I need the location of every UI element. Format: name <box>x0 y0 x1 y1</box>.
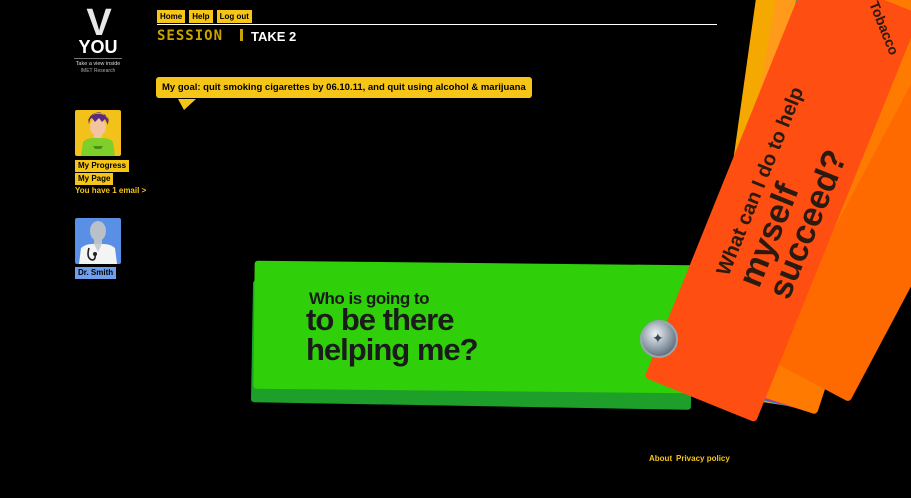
logo-tagline: Take a view inside <box>75 61 121 67</box>
header-divider <box>157 24 717 25</box>
pin-star-icon: ✦ <box>652 330 664 346</box>
my-progress-link[interactable]: My Progress <box>75 160 130 172</box>
logo-word: YOU <box>78 37 118 57</box>
home-button[interactable]: Home <box>157 10 186 23</box>
question-line-2: to be there helping me? <box>306 304 479 367</box>
logo-org: IMET Research <box>80 68 116 74</box>
user-avatar-icon <box>81 112 115 156</box>
help-button[interactable]: Help <box>189 10 213 23</box>
logo-letter: V <box>86 2 111 44</box>
doctor-avatar-icon <box>79 221 117 264</box>
logout-button[interactable]: Log out <box>216 10 252 23</box>
take-label: TAKE 2 <box>251 29 297 44</box>
doctor-name-link[interactable]: Dr. Smith <box>75 267 117 279</box>
user-avatar[interactable] <box>75 110 121 156</box>
top-navigation: Home Help Log out <box>157 10 252 23</box>
logo-divider <box>74 58 122 59</box>
question-line-3-text: helping me? <box>306 332 479 367</box>
goal-bubble-tail <box>178 99 196 110</box>
privacy-policy-link[interactable]: Privacy policy <box>676 454 730 463</box>
session-title: SESSION <box>157 28 224 44</box>
doctor-avatar[interactable] <box>75 218 121 264</box>
email-notification-link[interactable]: You have 1 email > <box>75 186 146 195</box>
about-link[interactable]: About <box>649 454 672 463</box>
app-logo[interactable]: V YOU Take a view inside IMET Research <box>72 2 124 75</box>
goal-bubble: My goal: quit smoking cigarettes by 06.1… <box>156 77 532 98</box>
session-separator <box>240 29 243 41</box>
my-page-link[interactable]: My Page <box>75 173 114 185</box>
